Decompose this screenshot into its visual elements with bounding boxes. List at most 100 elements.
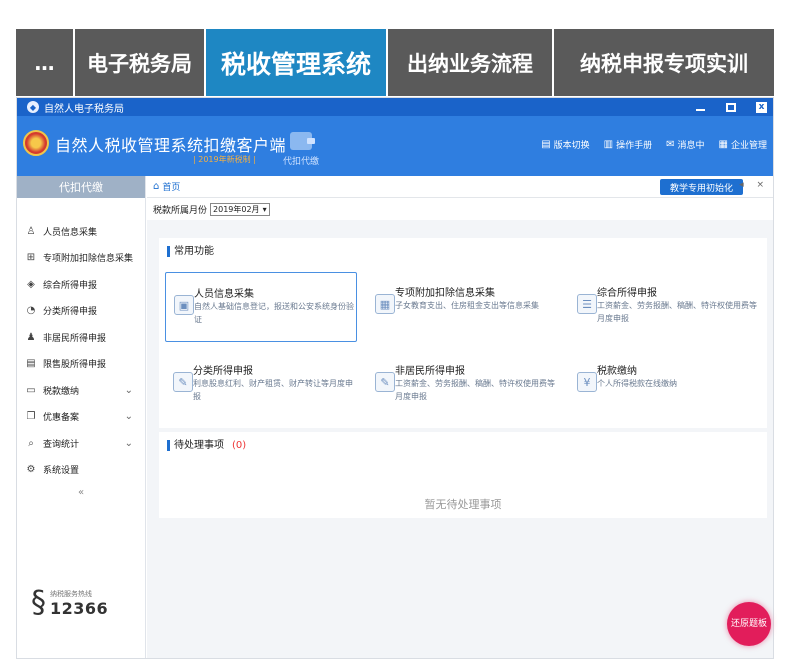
sidebar-item-system-settings[interactable]: ⚙ 系统设置 — [17, 457, 145, 484]
sidebar-heading: 代扣代缴 — [17, 176, 145, 198]
service-hotline: § 纳税服务热线 12366 — [31, 585, 109, 620]
hotline-label: 纳税服务热线 — [50, 590, 92, 598]
func-desc: 自然人基础信息登记，报送和公安系统身份验证 — [194, 302, 354, 324]
tab-cashier-process[interactable]: 出纳业务流程 — [388, 29, 552, 96]
version-icon: ▤ — [541, 139, 551, 150]
common-functions-title: 常用功能 — [167, 246, 214, 257]
sidebar-item-tax-payment[interactable]: ▭ 税款缴纳 ⌄ — [17, 377, 145, 404]
sidebar-item-label: 分类所得申报 — [43, 307, 98, 318]
sidebar-item-special-deduction[interactable]: ⊞ 专项附加扣除信息采集 — [17, 245, 145, 272]
sidebar-item-preferential-filing[interactable]: ❐ 优惠备案 ⌄ — [17, 404, 145, 431]
withhold-module-button[interactable]: 代扣代缴 — [271, 132, 331, 167]
tab-tax-filing-training[interactable]: 纳税申报专项实训 — [554, 29, 774, 96]
company-icon: ▦ — [718, 139, 728, 150]
doc-icon: ▤ — [26, 358, 36, 370]
tab-e-tax-bureau[interactable]: 电子税务局 — [75, 29, 204, 96]
hotline-number: 12366 — [50, 599, 109, 618]
sidebar-item-label: 非居民所得申报 — [43, 333, 107, 344]
pending-items-count: (0) — [232, 440, 247, 451]
app-subtitle: | 2019年新税制 | — [193, 155, 256, 164]
search-doc-icon: ⌕ — [28, 437, 34, 449]
func-name: 综合所得申报 — [597, 288, 657, 299]
func-desc: 子女教育支出、住房租金支出等信息采集 — [395, 301, 539, 310]
func-personnel-info[interactable]: ▣ 人员信息采集 自然人基础信息登记，报送和公安系统身份验证 — [165, 272, 357, 342]
headset-icon: § — [31, 585, 46, 620]
payment-icon: ¥ — [577, 372, 597, 392]
func-tax-payment[interactable]: ¥ 税款缴纳 个人所得税款在线缴纳 — [569, 350, 761, 420]
dropdown-arrow-icon: ▾ — [262, 204, 267, 214]
manual-link[interactable]: ▥ 操作手册 — [604, 138, 652, 151]
company-management-link[interactable]: ▦ 企业管理 — [719, 138, 767, 151]
breadcrumb-home[interactable]: 首页 — [162, 180, 180, 193]
pending-items-label: 待处理事项 — [174, 440, 224, 451]
teaching-init-button[interactable]: 教学专用初始化 — [659, 179, 743, 195]
func-name: 专项附加扣除信息采集 — [395, 288, 495, 299]
wallet-icon — [290, 132, 315, 150]
func-special-deduction[interactable]: ▦ 专项附加扣除信息采集 子女教育支出、住房租金支出等信息采集 — [367, 272, 559, 342]
tax-month-label: 税款所属月份 — [153, 205, 208, 216]
maximize-button[interactable] — [726, 102, 736, 112]
withhold-label: 代扣代缴 — [282, 157, 319, 167]
sidebar-item-label: 优惠备案 — [43, 413, 80, 424]
func-desc: 工资薪金、劳务报酬、稿酬、特许权使用费等月度申报 — [395, 379, 555, 401]
user-icon: ♟ — [26, 331, 36, 343]
tax-month-select[interactable]: 2019年02月 ▾ — [210, 202, 270, 216]
sidebar-item-comprehensive-income[interactable]: ◈ 综合所得申报 — [17, 271, 145, 298]
tab-controls[interactable]: ◂ × — [739, 180, 769, 190]
sidebar: 代扣代缴 ♙ 人员信息采集 ⊞ 专项附加扣除信息采集 ◈ 综合所得申报 ◔ 分类… — [17, 176, 146, 658]
manual-icon: ▥ — [603, 139, 614, 150]
close-button[interactable]: x — [756, 101, 767, 113]
tab-more[interactable]: … — [16, 29, 73, 96]
app-title: 自然人税收管理系统扣缴客户端 — [55, 136, 287, 155]
func-desc: 利息股息红利、财产租赁、财产转让等月度申报 — [193, 379, 353, 401]
sidebar-item-classified-income[interactable]: ◔ 分类所得申报 — [17, 298, 145, 325]
calendar-icon: ▦ — [375, 294, 395, 314]
tax-month-row: 税款所属月份 2019年02月 ▾ — [147, 198, 773, 220]
pending-items-title: 待处理事项 (0) — [167, 440, 246, 451]
main-content: ⌂ 首页 教学专用初始化 ◂ × 税款所属月份 2019年02月 ▾ 常用功能 … — [147, 176, 773, 658]
func-comprehensive-income[interactable]: ☰ 综合所得申报 工资薪金、劳务报酬、稿酬、特许权使用费等月度申报 — [569, 272, 761, 342]
app-header: 自然人税收管理系统扣缴客户端 | 2019年新税制 | 代扣代缴 ▤ 版本切换 … — [17, 116, 773, 176]
sidebar-item-query-statistics[interactable]: ⌕ 查询统计 ⌄ — [17, 430, 145, 457]
company-management-label: 企业管理 — [730, 141, 767, 151]
minimize-button[interactable] — [694, 101, 706, 113]
func-name: 非居民所得申报 — [395, 366, 465, 377]
mail-icon: ✉ — [666, 139, 675, 150]
grid-icon: ⊞ — [26, 252, 36, 264]
tab-tax-management-system[interactable]: 税收管理系统 — [206, 29, 386, 96]
func-classified-income[interactable]: ✎ 分类所得申报 利息股息红利、财产租赁、财产转让等月度申报 — [165, 350, 357, 420]
sidebar-item-restricted-shares[interactable]: ▤ 限售股所得申报 — [17, 351, 145, 378]
manual-label: 操作手册 — [616, 141, 653, 151]
restore-board-button[interactable]: 还原题板 — [727, 602, 771, 646]
sidebar-item-label: 限售股所得申报 — [43, 360, 107, 371]
chevron-down-icon: ⌄ — [124, 411, 133, 423]
sidebar-item-label: 人员信息采集 — [43, 227, 98, 238]
pending-items-card: 待处理事项 (0) 暂无待处理事项 — [159, 432, 767, 518]
sidebar-item-label: 系统设置 — [43, 466, 80, 477]
common-functions-card: 常用功能 ▣ 人员信息采集 自然人基础信息登记，报送和公安系统身份验证 ▦ 专项… — [159, 238, 767, 428]
window-title: 自然人电子税务局 — [44, 103, 124, 115]
sidebar-item-label: 查询统计 — [43, 439, 80, 450]
tax-emblem-icon — [23, 130, 49, 156]
sidebar-item-label: 税款缴纳 — [43, 386, 80, 397]
home-icon: ⌂ — [153, 181, 160, 192]
folder-icon: ▭ — [26, 384, 36, 396]
messages-link[interactable]: ✉ 消息中 — [666, 138, 704, 151]
func-nonresident-income[interactable]: ✎ 非居民所得申报 工资薪金、劳务报酬、稿酬、特许权使用费等月度申报 — [367, 350, 559, 420]
func-name: 税款缴纳 — [597, 366, 637, 377]
messages-label: 消息中 — [677, 141, 705, 151]
person-icon: ♙ — [26, 225, 36, 237]
form-icon: ☰ — [577, 294, 597, 314]
pending-items-empty: 暂无待处理事项 — [424, 498, 502, 511]
sidebar-item-personnel-info[interactable]: ♙ 人员信息采集 — [17, 218, 145, 245]
chevron-down-icon: ⌄ — [124, 384, 133, 396]
top-tab-bar: … 电子税务局 税收管理系统 出纳业务流程 纳税申报专项实训 — [16, 29, 774, 96]
id-card-icon: ▣ — [174, 295, 194, 315]
tax-month-value: 2019年02月 — [213, 204, 260, 214]
sidebar-collapse-button[interactable]: « — [17, 487, 145, 498]
copy-icon: ❐ — [26, 411, 36, 423]
window-title-bar: ◆ 自然人电子税务局 x — [17, 98, 773, 116]
version-switch-link[interactable]: ▤ 版本切换 — [541, 138, 589, 151]
breadcrumb: ⌂ 首页 教学专用初始化 ◂ × — [147, 176, 773, 198]
sidebar-item-nonresident-income[interactable]: ♟ 非居民所得申报 — [17, 324, 145, 351]
